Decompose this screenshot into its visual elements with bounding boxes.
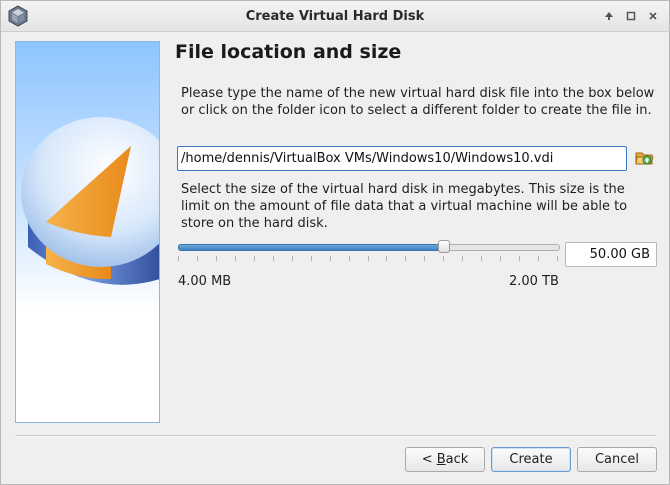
title-bar[interactable]: Create Virtual Hard Disk — [1, 1, 669, 32]
button-separator — [15, 435, 656, 437]
file-path-input[interactable] — [177, 146, 627, 171]
slider-ticks — [178, 256, 558, 262]
slider-tick — [178, 256, 179, 261]
back-button-mnemonic: B — [436, 452, 446, 467]
hard-disk-illustration — [16, 42, 159, 422]
slider-tick — [235, 256, 236, 261]
window-title: Create Virtual Hard Disk — [245, 9, 425, 24]
maximize-icon[interactable] — [621, 6, 641, 26]
slider-tick — [273, 256, 274, 261]
back-button-label: ack — [445, 452, 469, 467]
slider-tick — [557, 256, 558, 261]
folder-icon — [635, 152, 654, 165]
slider-tick — [405, 256, 406, 261]
slider-tick — [500, 256, 501, 261]
slider-tick — [386, 256, 387, 261]
slider-tick — [462, 256, 463, 261]
window-controls — [599, 6, 663, 26]
slider-tick — [424, 256, 425, 261]
choose-folder-button[interactable] — [634, 148, 656, 168]
slider-tick — [197, 256, 198, 261]
slider-handle[interactable] — [438, 240, 450, 253]
wizard-side-image — [15, 41, 160, 423]
slider-tick — [519, 256, 520, 261]
back-button[interactable]: < Back — [405, 447, 485, 472]
max-size-label: 2.00 TB — [509, 274, 559, 289]
slider-tick — [311, 256, 312, 261]
dialog-window: Create Virtual Hard Disk File location a… — [0, 0, 670, 485]
back-button-prefix: < — [421, 452, 437, 467]
location-instructions: Please type the name of the new virtual … — [181, 86, 655, 118]
slider-tick — [216, 256, 217, 261]
slider-tick — [538, 256, 539, 261]
page-title: File location and size — [175, 41, 402, 63]
slider-tick — [330, 256, 331, 261]
slider-tick — [292, 256, 293, 261]
slider-tick — [254, 256, 255, 261]
create-button[interactable]: Create — [491, 447, 571, 472]
up-arrow-icon[interactable] — [599, 6, 619, 26]
slider-tick — [443, 256, 444, 261]
cancel-button[interactable]: Cancel — [577, 447, 657, 472]
min-size-label: 4.00 MB — [178, 274, 232, 289]
slider-tick — [349, 256, 350, 261]
close-icon[interactable] — [643, 6, 663, 26]
slider-tick — [368, 256, 369, 261]
size-instructions: Select the size of the virtual hard disk… — [181, 182, 628, 231]
slider-tick — [481, 256, 482, 261]
size-input[interactable] — [565, 242, 657, 267]
slider-fill — [178, 244, 446, 251]
